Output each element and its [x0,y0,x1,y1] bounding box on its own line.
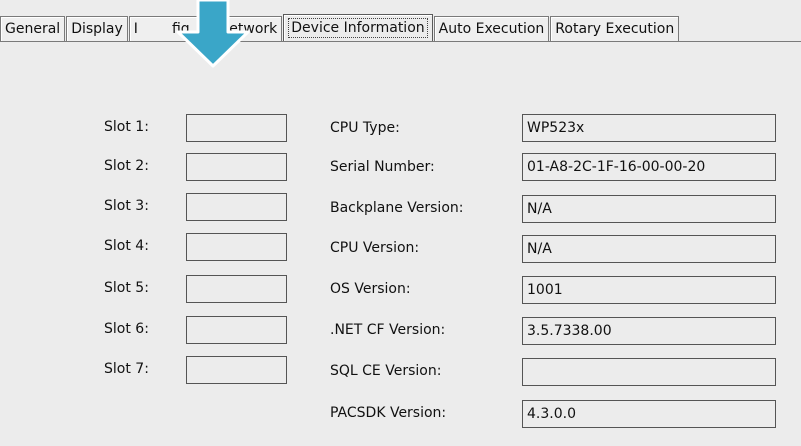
serial-number-label: Serial Number: [330,159,435,175]
tab-divider [0,41,801,42]
tab-label: General [5,21,61,37]
tab-label: Device Information [288,18,428,38]
tab-label: Auto Execution [438,21,545,37]
tab-rotary-execution[interactable]: Rotary Execution [550,16,680,42]
cpu-version-field: N/A [522,235,776,263]
slot-3-label: Slot 3: [104,198,149,214]
slot-1-label: Slot 1: [104,119,149,135]
tab-strip: General Display Ifig Network Device Info… [0,14,801,42]
tab-device-information[interactable]: Device Information [283,14,433,42]
slot-2-field [186,153,287,181]
serial-number-field: 01-A8-2C-1F-16-00-00-20 [522,153,776,181]
tab-display[interactable]: Display [66,16,128,42]
net-cf-version-field: 3.5.7338.00 [522,317,776,345]
sql-ce-version-field [522,358,776,386]
os-version-field: 1001 [522,276,776,304]
pacsdk-version-label: PACSDK Version: [330,405,447,421]
cpu-version-label: CPU Version: [330,240,420,256]
tab-label: I [133,21,138,37]
backplane-version-label: Backplane Version: [330,200,464,216]
cpu-type-label: CPU Type: [330,120,400,136]
sql-ce-version-label: SQL CE Version: [330,363,442,379]
tab-general[interactable]: General [0,16,66,42]
slot-4-label: Slot 4: [104,238,149,254]
net-cf-version-label: .NET CF Version: [330,322,446,338]
backplane-version-field: N/A [522,195,776,223]
pacsdk-version-field: 4.3.0.0 [522,400,776,428]
cpu-type-field: WP523x [522,114,776,142]
os-version-label: OS Version: [330,281,411,297]
slot-5-field [186,275,287,303]
slot-4-field [186,233,287,261]
tab-label: Rotary Execution [555,21,675,37]
slot-1-field [186,114,287,142]
tab-auto-execution[interactable]: Auto Execution [433,16,550,42]
pointer-arrow-icon [176,0,250,68]
slot-2-label: Slot 2: [104,158,149,174]
slot-6-field [186,316,287,344]
slot-7-label: Slot 7: [104,361,149,377]
slot-3-field [186,193,287,221]
slot-5-label: Slot 5: [104,280,149,296]
slot-6-label: Slot 6: [104,321,149,337]
tab-label: Display [71,21,123,37]
slot-7-field [186,356,287,384]
